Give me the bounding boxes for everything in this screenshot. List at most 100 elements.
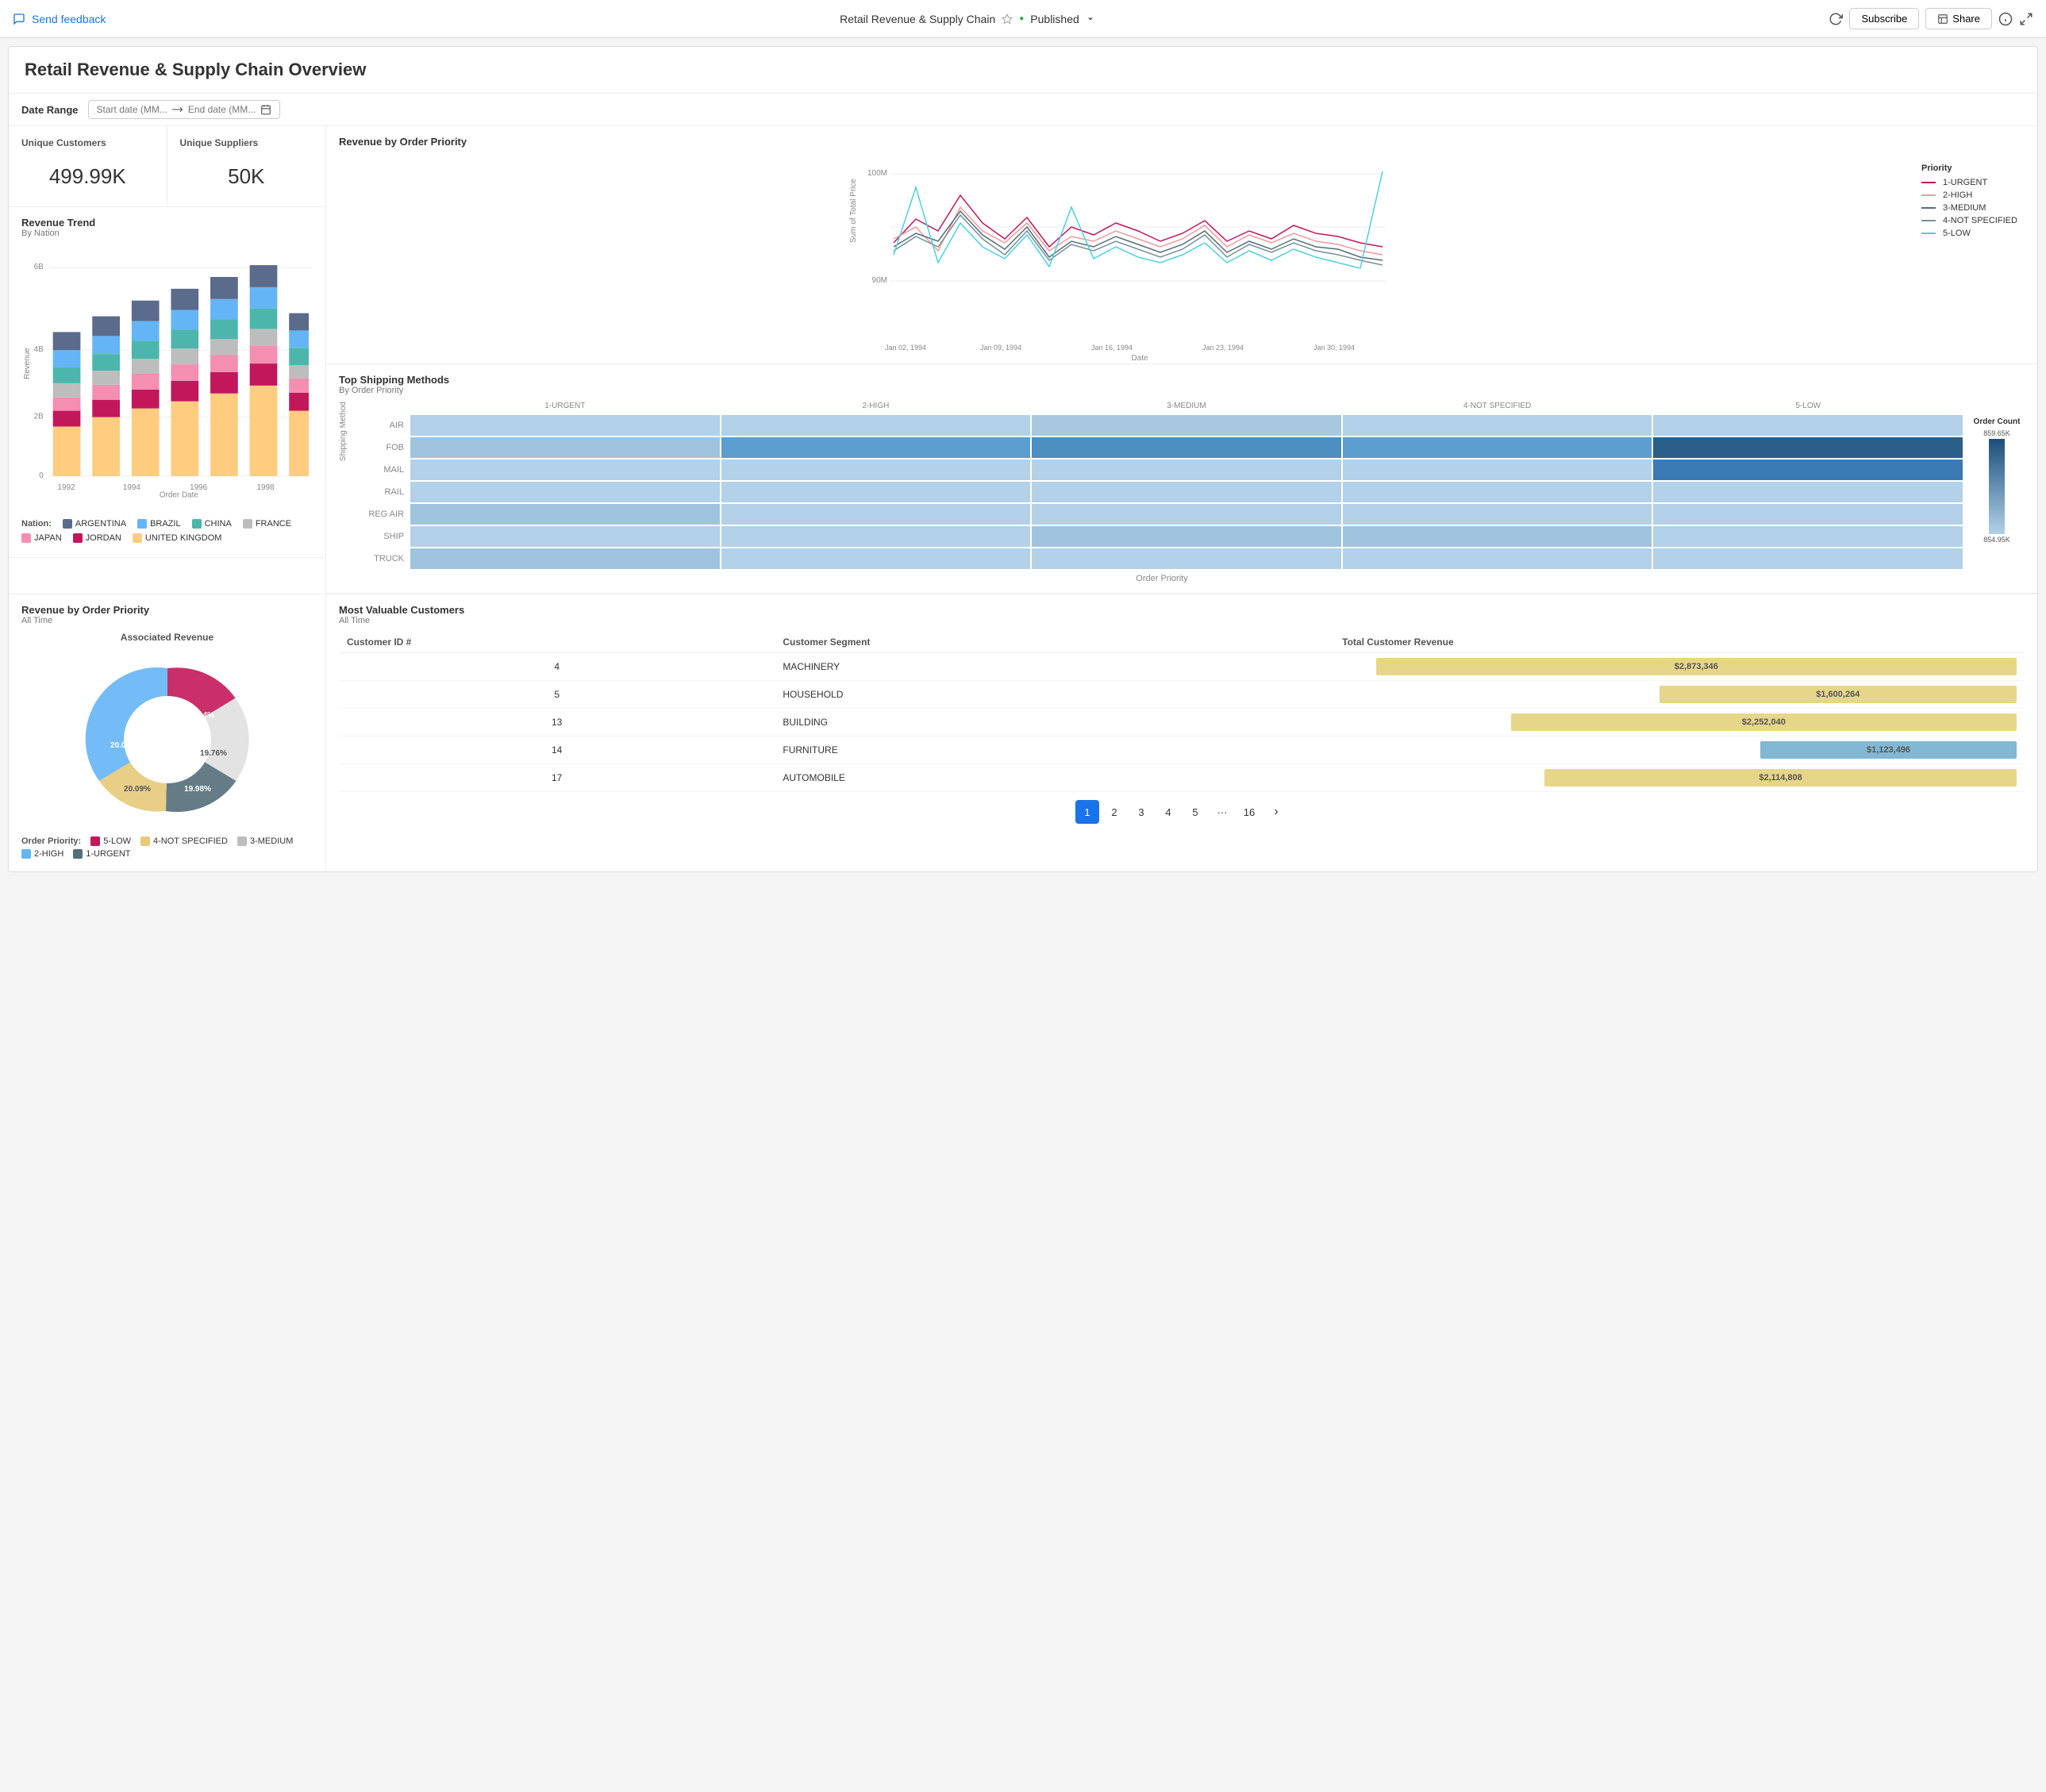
svg-text:1994: 1994 <box>123 483 141 492</box>
svg-text:2B: 2B <box>34 413 44 421</box>
svg-text:19.98%: 19.98% <box>184 785 211 794</box>
page-2-button[interactable]: 2 <box>1102 800 1126 824</box>
svg-text:20.09%: 20.09% <box>124 785 151 794</box>
svg-text:4B: 4B <box>34 345 44 354</box>
svg-text:20.14%: 20.14% <box>187 711 214 720</box>
legend-argentina: ARGENTINA <box>63 519 126 529</box>
date-range-input[interactable]: Start date (MM... End date (MM... <box>88 100 281 119</box>
table-row: 4 MACHINERY $2,873,346 <box>339 653 2025 681</box>
calendar-icon <box>260 104 271 115</box>
page-4-button[interactable]: 4 <box>1156 800 1180 824</box>
page-next-button[interactable]: › <box>1264 800 1288 824</box>
segment-cell: HOUSEHOLD <box>775 681 1334 709</box>
page-3-button[interactable]: 3 <box>1129 800 1153 824</box>
svg-text:90M: 90M <box>872 276 887 285</box>
customers-table-body: 4 MACHINERY $2,873,346 5 HOUSEHOLD $1,60… <box>339 653 2025 792</box>
revenue-cell: $2,873,346 <box>1334 653 2025 681</box>
revenue-cell: $1,123,496 <box>1334 736 2025 764</box>
table-header-row: Customer ID # Customer Segment Total Cus… <box>339 632 2025 653</box>
most-valuable-title: Most Valuable Customers <box>339 604 2025 616</box>
donut-chart: 20.14% 19.76% 19.98% 20.09% 20.03% <box>21 646 313 833</box>
refresh-icon[interactable] <box>1829 12 1843 26</box>
unique-suppliers-card: Unique Suppliers 50K <box>167 126 326 206</box>
report-title-bar: Retail Revenue & Supply Chain ● Publishe… <box>840 13 1095 25</box>
heatmap-scale: Order Count 859.65K 854.95K <box>1969 402 2025 544</box>
revenue-trend-title: Revenue Trend <box>21 217 313 229</box>
page-16-button[interactable]: 16 <box>1237 800 1261 824</box>
dashboard: Retail Revenue & Supply Chain Overview D… <box>8 46 2038 872</box>
table-row: 17 AUTOMOBILE $2,114,808 <box>339 764 2025 792</box>
star-icon[interactable] <box>1002 13 1013 25</box>
page-1-button[interactable]: 1 <box>1075 800 1099 824</box>
page-5-button[interactable]: 5 <box>1183 800 1207 824</box>
unique-customers-value: 499.99K <box>21 158 154 195</box>
revenue-cell: $2,252,040 <box>1334 709 2025 736</box>
col-revenue: Total Customer Revenue <box>1334 632 2025 653</box>
revenue-trend-chart: 6B 4B 2B 0 Revenue <box>21 244 313 514</box>
svg-text:20.03%: 20.03% <box>110 741 137 750</box>
legend-uk: UNITED KINGDOM <box>133 533 222 543</box>
main-grid: Unique Customers 499.99K Unique Supplier… <box>9 126 2037 594</box>
line-chart-svg: 100M 90M Sum of Total Price <box>339 148 1909 362</box>
chevron-down-icon[interactable] <box>1086 14 1095 24</box>
unique-suppliers-label: Unique Suppliers <box>180 137 313 148</box>
unique-customers-label: Unique Customers <box>21 137 154 148</box>
customer-id-cell: 5 <box>339 681 775 709</box>
svg-text:19.76%: 19.76% <box>200 749 227 758</box>
customer-id-cell: 13 <box>339 709 775 736</box>
unique-customers-card: Unique Customers 499.99K <box>9 126 167 206</box>
svg-text:Sum of Total Price: Sum of Total Price <box>849 179 858 243</box>
most-valuable-section: Most Valuable Customers All Time Custome… <box>326 594 2037 871</box>
col-segment: Customer Segment <box>775 632 1334 653</box>
customer-id-cell: 4 <box>339 653 775 681</box>
most-valuable-subtitle: All Time <box>339 616 2025 625</box>
legend-brazil: BRAZIL <box>137 519 181 529</box>
segment-cell: FURNITURE <box>775 736 1334 764</box>
customers-table: Customer ID # Customer Segment Total Cus… <box>339 632 2025 792</box>
top-shipping-section: Top Shipping Methods By Order Priority S… <box>326 364 2037 594</box>
feedback-button[interactable]: Send feedback <box>13 13 106 25</box>
date-range-bar: Date Range Start date (MM... End date (M… <box>9 94 2037 126</box>
revenue-donut-title: Revenue by Order Priority <box>21 604 313 616</box>
svg-text:Jan 02, 1994: Jan 02, 1994 <box>885 344 926 352</box>
share-button[interactable]: Share <box>1925 8 1992 29</box>
table-row: 5 HOUSEHOLD $1,600,264 <box>339 681 2025 709</box>
page-ellipsis: ··· <box>1210 800 1234 824</box>
bottom-grid: Revenue by Order Priority All Time Assoc… <box>9 594 2037 871</box>
revenue-cell: $2,114,808 <box>1334 764 2025 792</box>
svg-text:0: 0 <box>39 471 44 480</box>
share-icon <box>1937 13 1948 25</box>
subscribe-button[interactable]: Subscribe <box>1849 8 1919 29</box>
info-icon[interactable] <box>1998 12 2013 26</box>
legend-jordan: JORDAN <box>73 533 121 543</box>
table-row: 13 BUILDING $2,252,040 <box>339 709 2025 736</box>
pagination: 1 2 3 4 5 ··· 16 › <box>339 792 2025 832</box>
revenue-trend-section: Revenue Trend By Nation 6B 4B 2B 0 <box>9 207 325 558</box>
col-customer-id: Customer ID # <box>339 632 775 653</box>
unique-suppliers-value: 50K <box>180 158 313 195</box>
nations-legend: Nation: ARGENTINA BRAZIL CHINA <box>21 514 313 548</box>
svg-text:100M: 100M <box>867 169 887 178</box>
svg-text:Jan 16, 1994: Jan 16, 1994 <box>1091 344 1133 352</box>
top-bar-actions: Subscribe Share <box>1829 8 2033 29</box>
svg-text:Jan 23, 1994: Jan 23, 1994 <box>1202 344 1244 352</box>
svg-text:Revenue: Revenue <box>23 348 32 379</box>
svg-text:6B: 6B <box>34 263 44 271</box>
donut-svg: 20.14% 19.76% 19.98% 20.09% 20.03% <box>80 652 255 827</box>
revenue-cell: $1,600,264 <box>1334 681 2025 709</box>
top-bar: Send feedback Retail Revenue & Supply Ch… <box>0 0 2046 38</box>
svg-text:1998: 1998 <box>256 483 275 492</box>
fullscreen-icon[interactable] <box>2019 12 2033 26</box>
svg-text:Order Date: Order Date <box>160 491 198 498</box>
priority-legend-bottom: Order Priority: 5-LOW 4-NOT SPECIFIED 3-… <box>21 833 313 862</box>
top-shipping-title: Top Shipping Methods <box>339 374 2025 386</box>
revenue-trend-subtitle: By Nation <box>21 229 313 238</box>
customer-id-cell: 14 <box>339 736 775 764</box>
svg-text:Jan 30, 1994: Jan 30, 1994 <box>1313 344 1355 352</box>
priority-legend-line: Priority 1-URGENT 2-HIGH 3-MEDIUM <box>1921 148 2025 241</box>
table-row: 14 FURNITURE $1,123,496 <box>339 736 2025 764</box>
metrics-row: Unique Customers 499.99K Unique Supplier… <box>9 126 325 207</box>
revenue-by-priority-title: Revenue by Order Priority <box>339 136 2025 148</box>
svg-text:1992: 1992 <box>58 483 76 492</box>
revenue-trend-svg: 6B 4B 2B 0 Revenue <box>21 244 313 498</box>
